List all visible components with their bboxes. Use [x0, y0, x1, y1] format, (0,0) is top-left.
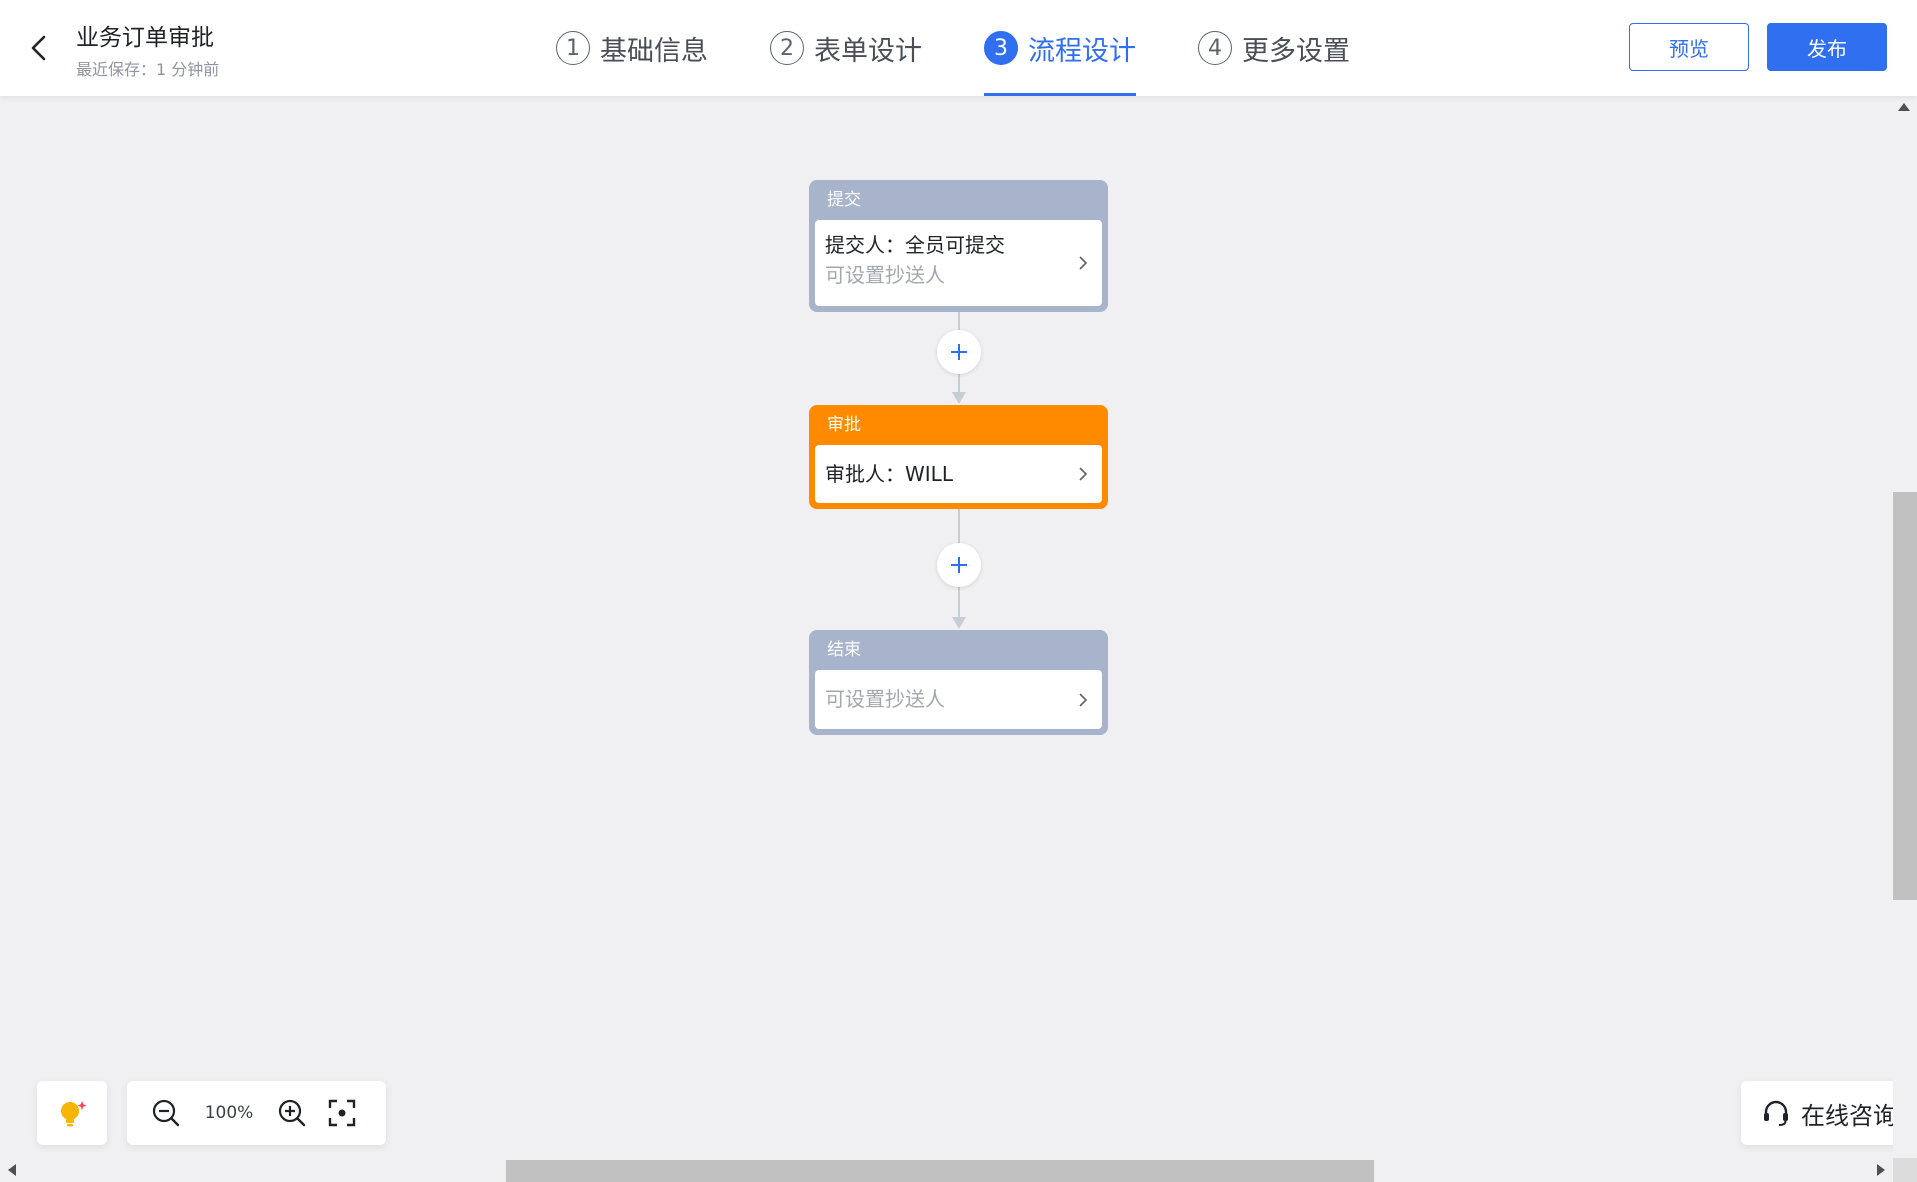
add-node-button[interactable] — [937, 543, 981, 587]
online-consult-button[interactable]: 在线咨询 — [1741, 1081, 1917, 1145]
step-more-settings[interactable]: 4 更多设置 — [1198, 26, 1350, 70]
cc-hint-text: 可设置抄送人 — [825, 687, 945, 711]
scrollbar-corner — [1893, 1158, 1917, 1182]
zoom-controls: 100% — [127, 1081, 386, 1145]
step-navigation: 1 基础信息 2 表单设计 3 流程设计 4 更多设置 — [556, 26, 1412, 96]
step-label: 更多设置 — [1242, 35, 1350, 67]
page-title: 业务订单审批 — [76, 25, 214, 51]
flow-node-approval: 审批 审批人：WILL — [809, 405, 1108, 509]
tips-button[interactable] — [37, 1081, 107, 1145]
step-number: 1 — [556, 31, 590, 65]
connector-arrow — [952, 392, 966, 404]
node-title: 结束 — [827, 640, 861, 660]
step-form-design[interactable]: 2 表单设计 — [770, 26, 922, 70]
chevron-right-icon — [1079, 692, 1088, 707]
chevron-right-icon — [1079, 256, 1088, 270]
scroll-left-arrow-icon[interactable] — [8, 1164, 16, 1176]
lightbulb-icon — [61, 1101, 87, 1127]
scroll-up-arrow-icon[interactable] — [1898, 103, 1910, 111]
fit-screen-icon[interactable] — [325, 1096, 359, 1130]
consult-label: 在线咨询 — [1801, 1101, 1897, 1130]
scroll-right-arrow-icon[interactable] — [1877, 1164, 1885, 1176]
cc-hint-text: 可设置抄送人 — [825, 263, 945, 287]
zoom-in-icon[interactable] — [275, 1096, 309, 1130]
approver-text: 审批人：WILL — [825, 462, 953, 486]
submitter-text: 提交人：全员可提交 — [825, 233, 1005, 257]
flow-node-submit: 提交 提交人：全员可提交 可设置抄送人 — [809, 180, 1108, 312]
step-number: 4 — [1198, 31, 1232, 65]
node-config-card[interactable]: 可设置抄送人 — [815, 670, 1102, 729]
step-number: 2 — [770, 31, 804, 65]
zoom-out-icon[interactable] — [149, 1096, 183, 1130]
step-label: 表单设计 — [814, 35, 922, 67]
step-basic-info[interactable]: 1 基础信息 — [556, 26, 708, 70]
back-icon[interactable] — [22, 30, 58, 66]
headset-icon — [1764, 1100, 1788, 1126]
step-number: 3 — [984, 31, 1018, 65]
top-bar: 业务订单审批 最近保存：1 分钟前 1 基础信息 2 表单设计 3 流程设计 4… — [0, 0, 1917, 96]
flow-node-end: 结束 可设置抄送人 — [809, 630, 1108, 735]
step-process-design[interactable]: 3 流程设计 — [984, 26, 1136, 96]
chevron-right-icon — [1079, 467, 1088, 481]
last-saved-status: 最近保存：1 分钟前 — [76, 60, 220, 79]
plus-icon — [951, 344, 967, 360]
horizontal-scrollbar-thumb[interactable] — [506, 1160, 1374, 1182]
node-title: 审批 — [827, 415, 861, 435]
zoom-level: 100% — [204, 1103, 254, 1123]
node-config-card[interactable]: 审批人：WILL — [815, 445, 1102, 503]
preview-button[interactable]: 预览 — [1629, 23, 1749, 71]
active-step-indicator — [984, 93, 1136, 96]
node-title: 提交 — [827, 190, 861, 210]
publish-button[interactable]: 发布 — [1767, 23, 1887, 71]
node-config-card[interactable]: 提交人：全员可提交 可设置抄送人 — [815, 220, 1102, 306]
connector-arrow — [952, 617, 966, 629]
add-node-button[interactable] — [937, 330, 981, 374]
step-label: 流程设计 — [1028, 35, 1136, 67]
vertical-scrollbar-thumb[interactable] — [1893, 492, 1917, 900]
step-label: 基础信息 — [600, 35, 708, 67]
plus-icon — [951, 557, 967, 573]
